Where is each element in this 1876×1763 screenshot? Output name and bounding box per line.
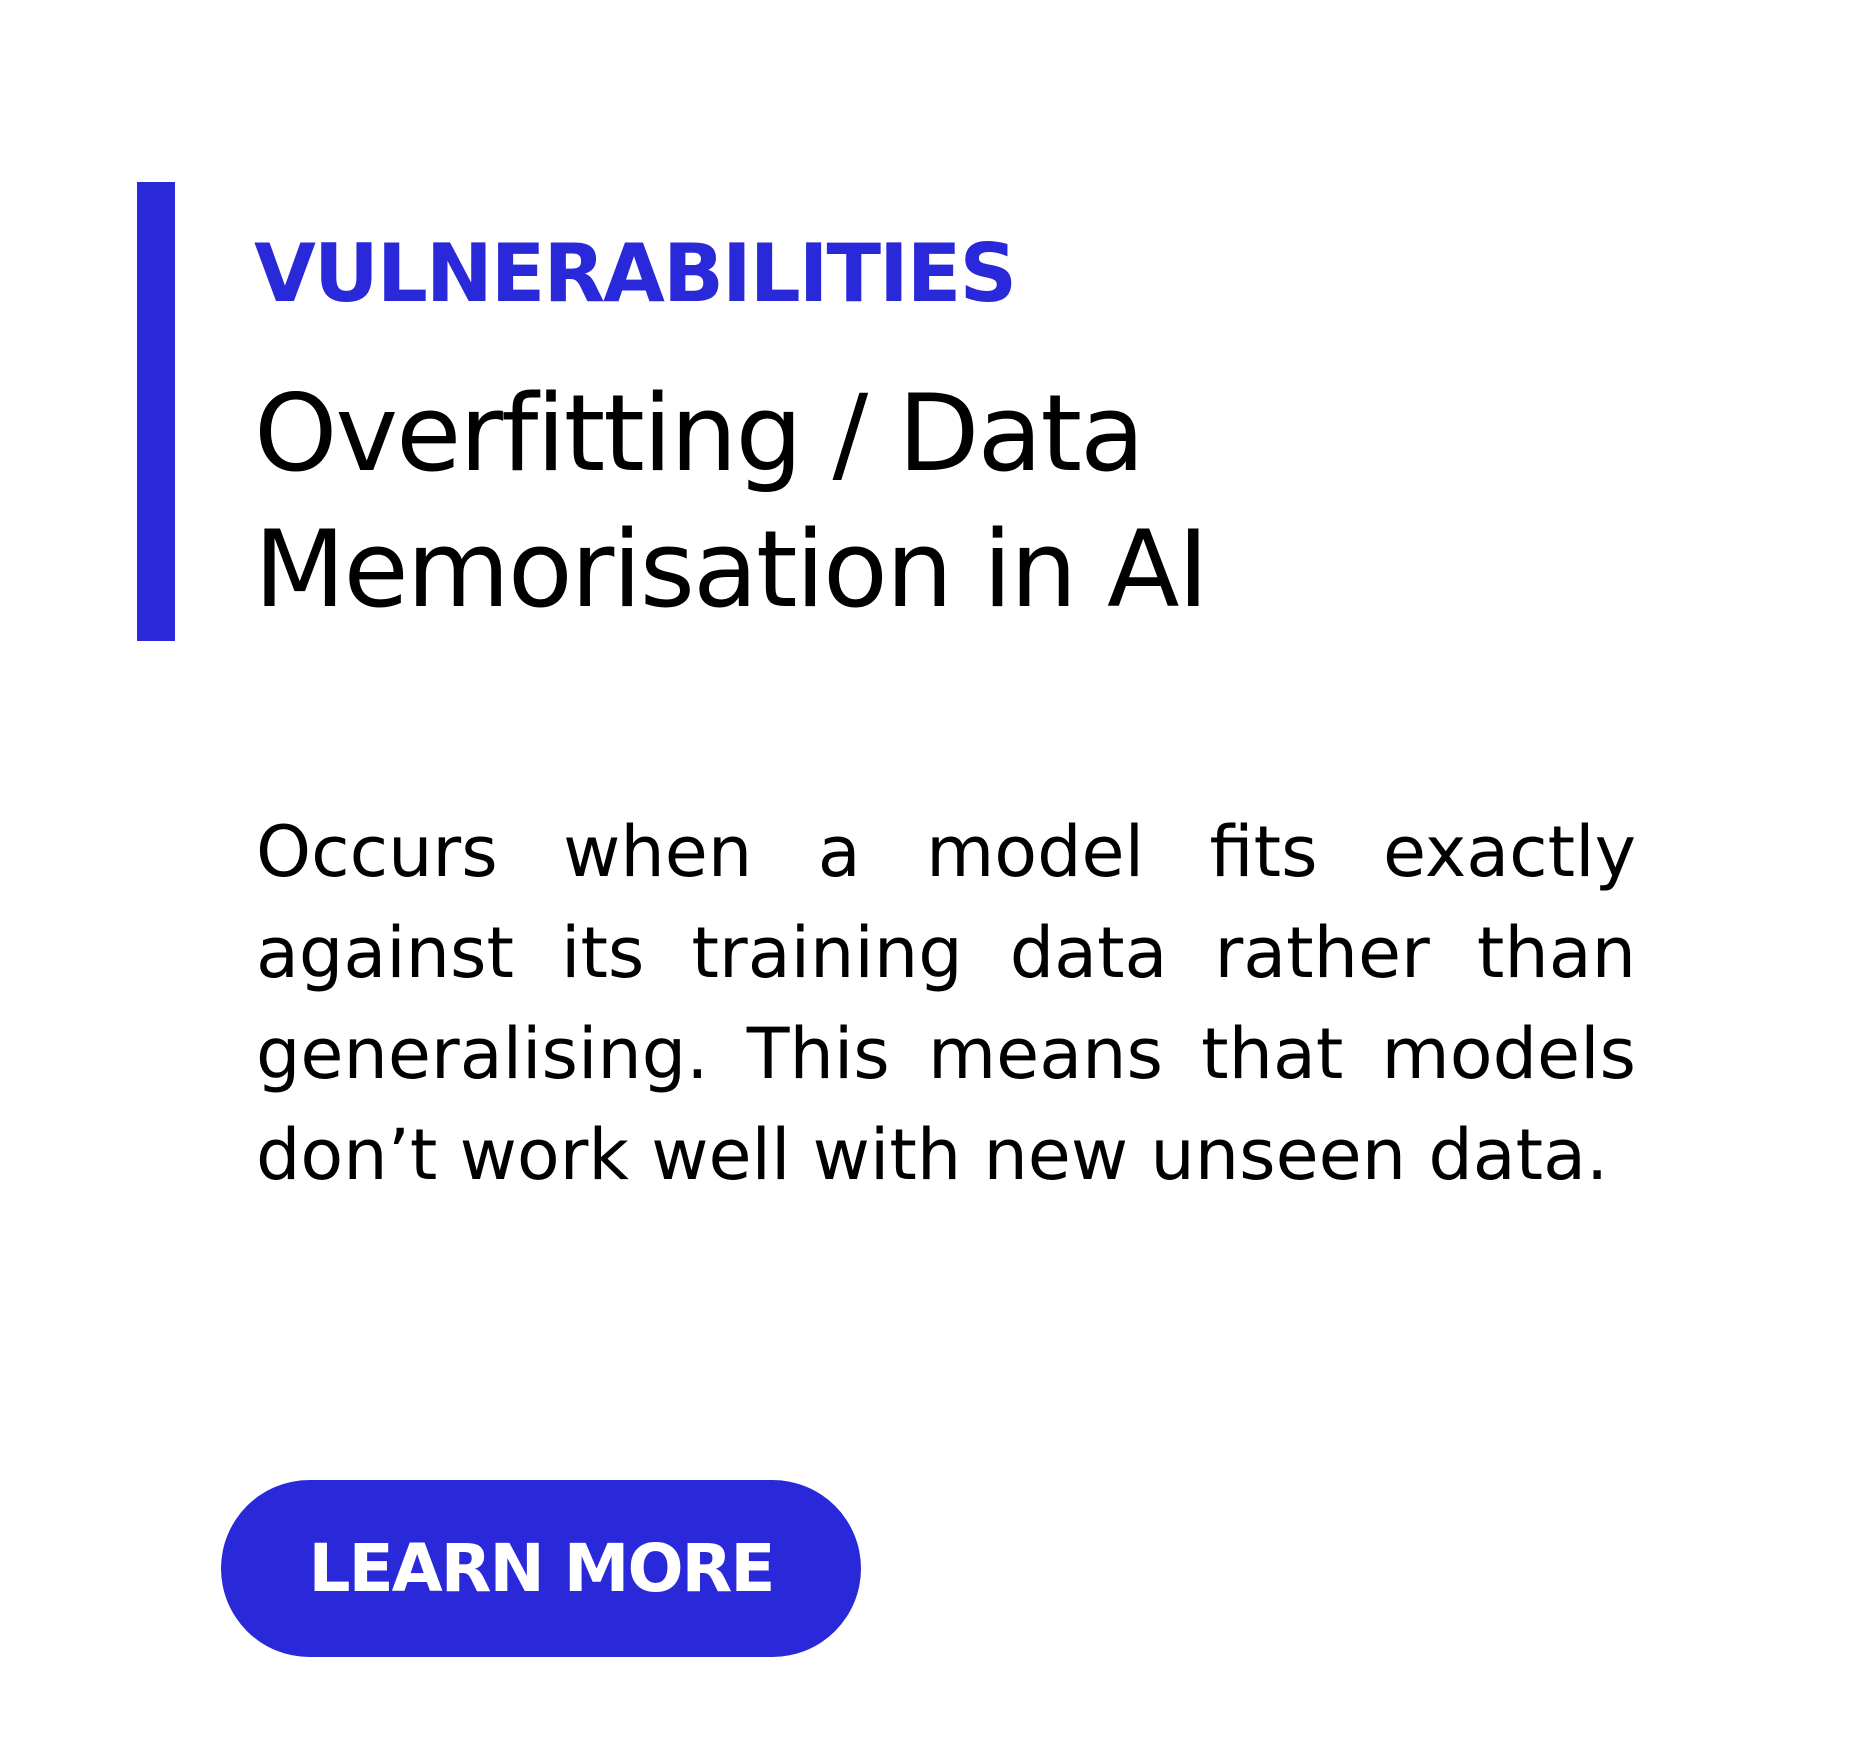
accent-bar: [137, 182, 175, 641]
card-title-line: Overfitting / Data: [254, 372, 1145, 495]
card-description: Occurs when a model fits exactly against…: [256, 811, 1636, 1196]
vulnerability-card: VULNERABILITIES Overfitting / Data Memor…: [0, 0, 1876, 1763]
card-title-line: Memorisation in AI: [254, 508, 1209, 631]
card-title: Overfitting / Data Memorisation in AI: [254, 366, 1454, 638]
category-label: VULNERABILITIES: [254, 227, 1017, 320]
learn-more-button[interactable]: LEARN MORE: [221, 1480, 861, 1657]
